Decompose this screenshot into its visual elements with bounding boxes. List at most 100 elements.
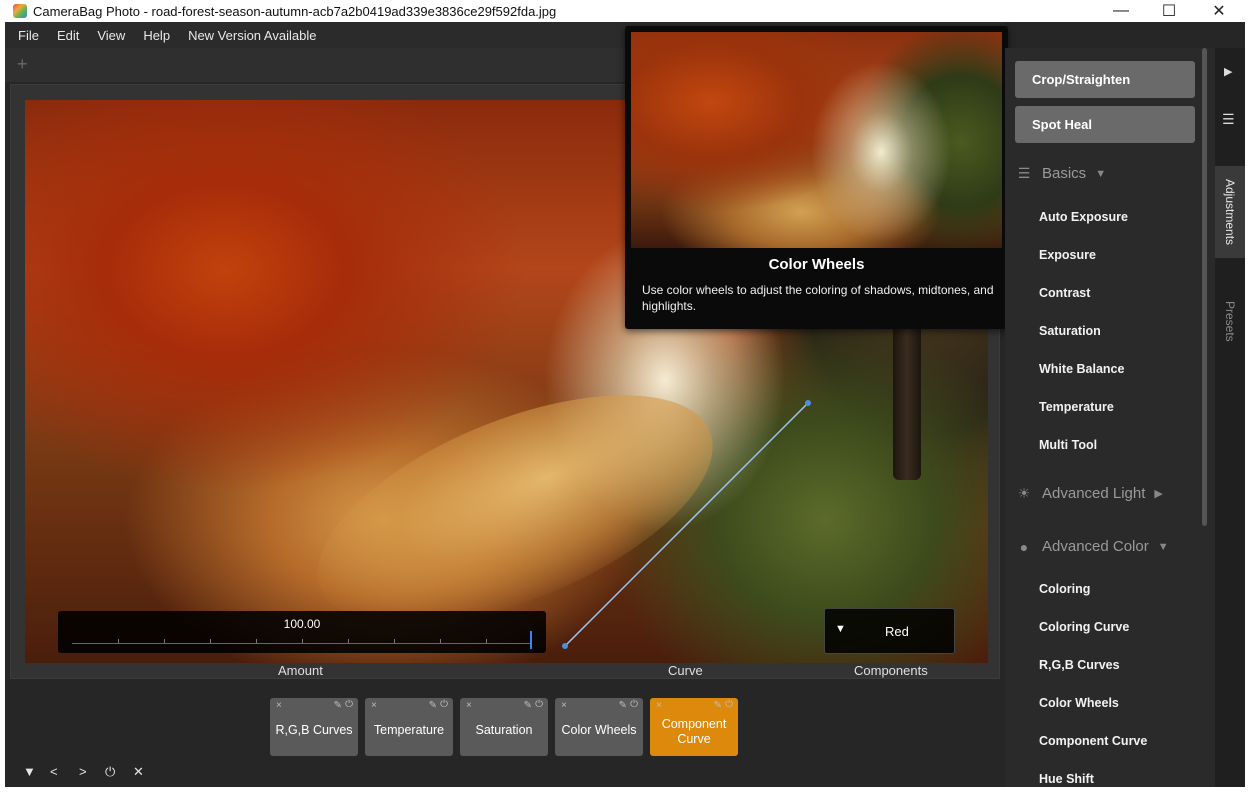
tooltip-description: Use color wheels to adjust the coloring … [642,283,994,313]
components-select[interactable]: ▼ Red [824,608,955,654]
section-advanced-light-label: Advanced Light [1042,485,1146,502]
pin-icon[interactable]: ✎ [714,700,722,711]
stack-chip-temperature[interactable]: × ✎ ⏻ Temperature [365,698,453,756]
app-icon [13,4,27,18]
amount-track [72,643,532,644]
power-icon[interactable]: ⏻ [630,699,638,710]
item-hue-shift[interactable]: Hue Shift [1039,772,1094,786]
amount-tick [256,639,257,643]
item-component-curve[interactable]: Component Curve [1039,734,1147,748]
amount-tick [394,639,395,643]
amount-tick [302,639,303,643]
item-contrast[interactable]: Contrast [1039,286,1090,300]
menu-help[interactable]: Help [143,28,170,43]
app-window: File Edit View Help New Version Availabl… [5,22,1245,787]
menu-edit[interactable]: Edit [57,28,79,43]
maximize-button[interactable]: ☐ [1146,0,1192,22]
pin-icon[interactable]: ✎ [524,700,532,711]
chevron-right-icon: ▶ [1154,488,1163,500]
chevron-down-icon: ▼ [835,623,846,635]
curve-line [564,402,809,647]
amount-tick [118,639,119,643]
menu-new-version[interactable]: New Version Available [188,28,316,43]
amount-handle[interactable] [530,631,532,649]
amount-tick [486,639,487,643]
amount-tick [164,639,165,643]
stack-chip-saturation[interactable]: × ✎ ⏻ Saturation [460,698,548,756]
item-white-balance[interactable]: White Balance [1039,362,1124,376]
previous-button[interactable]: < [50,764,58,779]
vertical-tab-bar: ▶ ☰ Adjustments Presets [1215,48,1245,787]
chip-label: Color Wheels [561,723,637,737]
next-button[interactable]: > [79,764,87,779]
palette-icon: ● [1019,538,1029,555]
components-value: Red [885,624,909,639]
curve-point-start[interactable] [562,643,568,649]
color-wheels-tooltip: Color Wheels Use color wheels to adjust … [625,26,1008,329]
close-button[interactable]: ✕ [1196,0,1242,22]
chevron-down-icon: ▼ [1095,167,1107,180]
chip-label: R,G,B Curves [275,723,353,737]
section-advanced-color-label: Advanced Color [1042,538,1149,555]
power-icon[interactable]: ⏻ [345,699,353,710]
tooltip-title: Color Wheels [768,256,865,273]
menu-file[interactable]: File [18,28,39,43]
sun-icon: ☀ [1017,485,1031,501]
close-icon[interactable]: × [276,700,282,711]
toggle-all-power-button[interactable]: ⏻ [105,764,115,780]
title-bar: CameraBag Photo - road-forest-season-aut… [0,0,1250,22]
crop-straighten-button[interactable]: Crop/Straighten [1015,61,1195,98]
tab-adjustments-label: Adjustments [1223,178,1237,246]
amount-label: Amount [278,663,323,678]
spot-heal-button[interactable]: Spot Heal [1015,106,1195,143]
item-coloring[interactable]: Coloring [1039,582,1090,596]
pin-icon[interactable]: ✎ [334,700,342,711]
stack-chip-rgb-curves[interactable]: × ✎ ⏻ R,G,B Curves [270,698,358,756]
panel-scrollbar[interactable] [1202,48,1207,526]
section-advanced-light[interactable]: ☀ Advanced Light ▶ [1015,485,1163,502]
curve-point-end[interactable] [805,400,811,406]
power-icon[interactable]: ⏻ [440,699,448,710]
adjustments-panel: Crop/Straighten Spot Heal ☰ Basics ▼ Aut… [1005,48,1215,787]
menu-icon[interactable]: ☰ [1222,111,1235,128]
amount-tick [440,639,441,643]
menu-view[interactable]: View [97,28,125,43]
close-icon[interactable]: × [371,700,377,711]
amount-tick [348,639,349,643]
item-auto-exposure[interactable]: Auto Exposure [1039,210,1128,224]
item-color-wheels[interactable]: Color Wheels [1039,696,1119,710]
minimize-button[interactable]: — [1098,0,1144,22]
tab-presets[interactable]: Presets [1215,286,1245,356]
curve-label: Curve [668,663,703,678]
power-icon[interactable]: ⏻ [725,699,733,710]
pin-icon[interactable]: ✎ [429,700,437,711]
item-exposure[interactable]: Exposure [1039,248,1096,262]
close-icon[interactable]: × [466,700,472,711]
adjustment-stack-bar: × ✎ ⏻ R,G,B Curves × ✎ ⏻ Temperature × ✎… [5,682,1005,787]
item-rgb-curves[interactable]: R,G,B Curves [1039,658,1120,672]
amount-slider[interactable]: 100.00 [58,611,546,653]
power-icon[interactable]: ⏻ [535,699,543,710]
collapse-stack-button[interactable]: ▼ [23,764,36,779]
collapse-panel-icon[interactable]: ▶ [1224,65,1232,78]
section-advanced-color[interactable]: ● Advanced Color ▼ [1015,538,1169,555]
clear-stack-button[interactable]: ✕ [133,764,144,780]
item-saturation[interactable]: Saturation [1039,324,1101,338]
sliders-icon: ☰ [1017,165,1031,181]
stack-chip-component-curve[interactable]: × ✎ ⏻ Component Curve [650,698,738,756]
amount-tick [210,639,211,643]
item-coloring-curve[interactable]: Coloring Curve [1039,620,1129,634]
pin-icon[interactable]: ✎ [619,700,627,711]
stack-chip-color-wheels[interactable]: × ✎ ⏻ Color Wheels [555,698,643,756]
tab-adjustments[interactable]: Adjustments [1215,166,1245,258]
tooltip-preview-image [631,32,1002,248]
chip-label: Component Curve [661,717,727,746]
add-tab-button[interactable]: + [17,54,28,75]
item-multi-tool[interactable]: Multi Tool [1039,438,1097,452]
section-basics-label: Basics [1042,165,1087,182]
section-basics[interactable]: ☰ Basics ▼ [1015,165,1106,182]
item-temperature[interactable]: Temperature [1039,400,1114,414]
close-icon[interactable]: × [561,700,567,711]
close-icon[interactable]: × [656,700,662,711]
chevron-down-icon: ▼ [1157,540,1169,553]
